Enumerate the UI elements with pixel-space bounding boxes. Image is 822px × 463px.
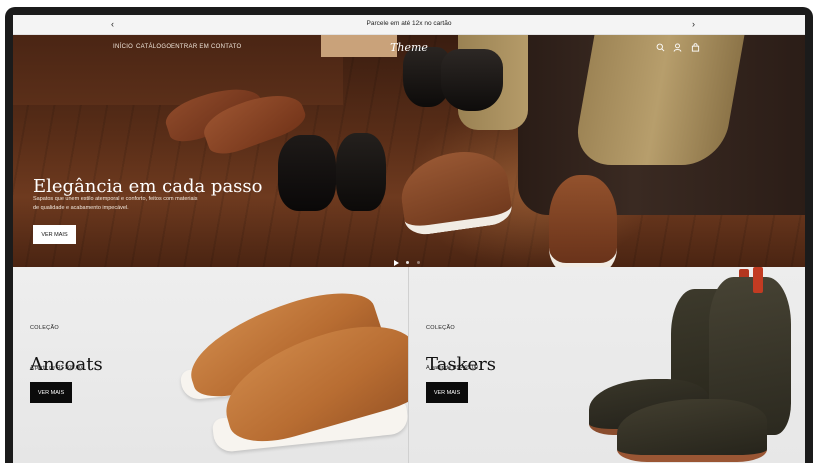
loafer-black-2: [336, 133, 386, 211]
hero-banner: INÍCIO CATÁLOGO ENTRAR EM CONTATO Theme …: [13, 35, 805, 267]
collection-button[interactable]: VER MAIS: [30, 382, 72, 403]
collection-label: COLEÇÃO: [30, 325, 59, 331]
collection-card-ancoats[interactable]: COLEÇÃO Ancoats A partir de R$ 305,00 VE…: [13, 267, 408, 463]
announcement-text: Parcele em até 12x no cartão: [366, 20, 452, 27]
nav-item-contato[interactable]: ENTRAR EM CONTATO: [171, 44, 241, 50]
account-icon[interactable]: [673, 43, 682, 52]
hero-title: Elegância em cada passo: [33, 176, 263, 198]
collection-price: A partir de R$ 305,00: [30, 365, 82, 371]
nav-item-inicio[interactable]: INÍCIO: [113, 44, 133, 50]
collection-price: A partir de R$ 465,00: [426, 365, 478, 371]
search-icon[interactable]: [656, 43, 665, 52]
cart-icon[interactable]: [691, 43, 700, 52]
nav-item-catalogo[interactable]: CATÁLOGO: [136, 44, 171, 50]
loafer-worn-1: [396, 145, 514, 238]
brand-logo[interactable]: Theme: [385, 41, 433, 54]
boot-pull-tab-front: [753, 267, 763, 293]
boot-toe-front: [617, 399, 767, 462]
loafer-worn-2: [549, 175, 617, 267]
loafer-black-1: [278, 135, 336, 211]
announcement-bar: ‹ Parcele em até 12x no cartão ›: [13, 15, 805, 35]
collection-card-taskers[interactable]: COLEÇÃO Taskers A partir de R$ 465,00 VE…: [409, 267, 805, 463]
hero-cta-button[interactable]: VER MAIS: [33, 225, 76, 244]
collection-label: COLEÇÃO: [426, 325, 455, 331]
slideshow-controls: [394, 254, 423, 266]
slide-dot-2[interactable]: [416, 261, 420, 265]
chevron-right-icon[interactable]: ›: [692, 18, 695, 30]
collection-button[interactable]: VER MAIS: [426, 382, 468, 403]
hero-subtitle: Sapatos que unem estilo atemporal e conf…: [33, 196, 198, 211]
play-icon[interactable]: [394, 259, 399, 266]
browser-screen: ‹ Parcele em até 12x no cartão › INÍCIO …: [13, 15, 805, 463]
top-nav: INÍCIO CATÁLOGO ENTRAR EM CONTATO Theme: [13, 35, 805, 61]
slide-dot-1[interactable]: [406, 261, 410, 265]
